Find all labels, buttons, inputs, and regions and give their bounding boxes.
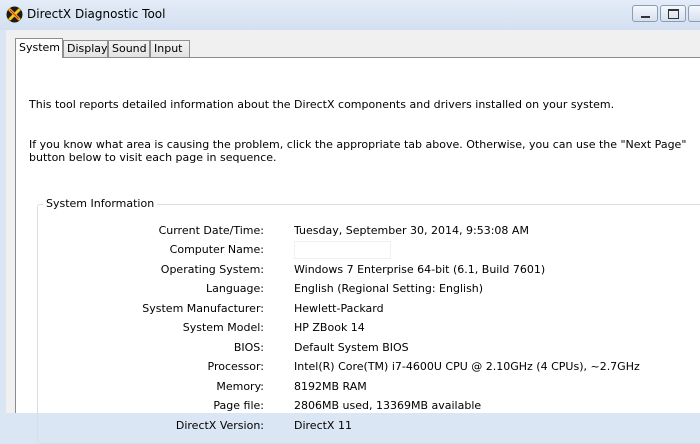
info-value: Hewlett-Packard xyxy=(294,302,384,315)
tab-label: Input xyxy=(154,42,183,55)
redacted-value xyxy=(294,241,391,259)
info-value: 2806MB used, 13369MB available xyxy=(294,399,482,412)
info-value: Windows 7 Enterprise 64-bit (6.1, Build … xyxy=(294,263,546,276)
info-row-language: Language: English (Regional Setting: Eng… xyxy=(38,282,700,298)
window-title: DirectX Diagnostic Tool xyxy=(27,7,166,21)
info-value: HP ZBook 14 xyxy=(294,321,365,334)
maximize-button[interactable] xyxy=(660,5,686,22)
dialog-body: System Display Sound Input This tool rep… xyxy=(6,30,700,444)
info-row-memory: Memory: 8192MB RAM xyxy=(38,380,700,396)
tab-sound[interactable]: Sound xyxy=(108,40,150,57)
info-value: Intel(R) Core(TM) i7-4600U CPU @ 2.10GHz… xyxy=(294,360,640,373)
title-bar[interactable]: DirectX Diagnostic Tool xyxy=(0,0,700,30)
directx-x-icon xyxy=(6,6,23,23)
info-value: Tuesday, September 30, 2014, 9:53:08 AM xyxy=(294,224,529,237)
info-label: Language: xyxy=(206,282,264,295)
info-row-computer-name: Computer Name: xyxy=(38,241,700,259)
info-value: Default System BIOS xyxy=(294,341,409,354)
instructions-text: If you know what area is causing the pro… xyxy=(29,138,687,164)
info-label: Operating System: xyxy=(160,263,264,276)
info-value: English (Regional Setting: English) xyxy=(294,282,484,295)
tab-label: Sound xyxy=(112,42,147,55)
info-row-manufacturer: System Manufacturer: Hewlett-Packard xyxy=(38,302,700,318)
info-label: Memory: xyxy=(216,380,264,393)
group-title: System Information xyxy=(43,197,158,210)
info-row-operating-system: Operating System: Windows 7 Enterprise 6… xyxy=(38,263,700,279)
tab-display[interactable]: Display xyxy=(63,40,108,57)
tab-label: System xyxy=(19,41,61,54)
info-row-date-time: Current Date/Time: Tuesday, September 30… xyxy=(38,224,700,240)
info-row-directx-version: DirectX Version: DirectX 11 xyxy=(38,419,700,435)
system-information-group: System Information Current Date/Time: Tu… xyxy=(37,197,700,444)
info-value: DirectX 11 xyxy=(294,419,352,432)
info-row-processor: Processor: Intel(R) Core(TM) i7-4600U CP… xyxy=(38,360,700,376)
info-value: 8192MB RAM xyxy=(294,380,367,393)
minimize-button[interactable] xyxy=(632,5,658,22)
intro-text: This tool reports detailed information a… xyxy=(29,98,615,111)
info-label: Page file: xyxy=(213,399,264,412)
tab-input[interactable]: Input xyxy=(150,40,190,57)
info-row-bios: BIOS: Default System BIOS xyxy=(38,341,700,357)
close-button[interactable] xyxy=(688,5,700,22)
info-label: System Manufacturer: xyxy=(142,302,264,315)
info-label: DirectX Version: xyxy=(175,419,264,432)
info-label: System Model: xyxy=(182,321,264,334)
tab-label: Display xyxy=(67,42,108,55)
info-row-model: System Model: HP ZBook 14 xyxy=(38,321,700,337)
info-label: BIOS: xyxy=(233,341,264,354)
info-label: Current Date/Time: xyxy=(158,224,264,237)
tab-system[interactable]: System xyxy=(15,38,63,58)
system-tab-panel: This tool reports detailed information a… xyxy=(15,57,700,444)
info-label: Processor: xyxy=(207,360,265,373)
info-label: Computer Name: xyxy=(169,243,264,256)
